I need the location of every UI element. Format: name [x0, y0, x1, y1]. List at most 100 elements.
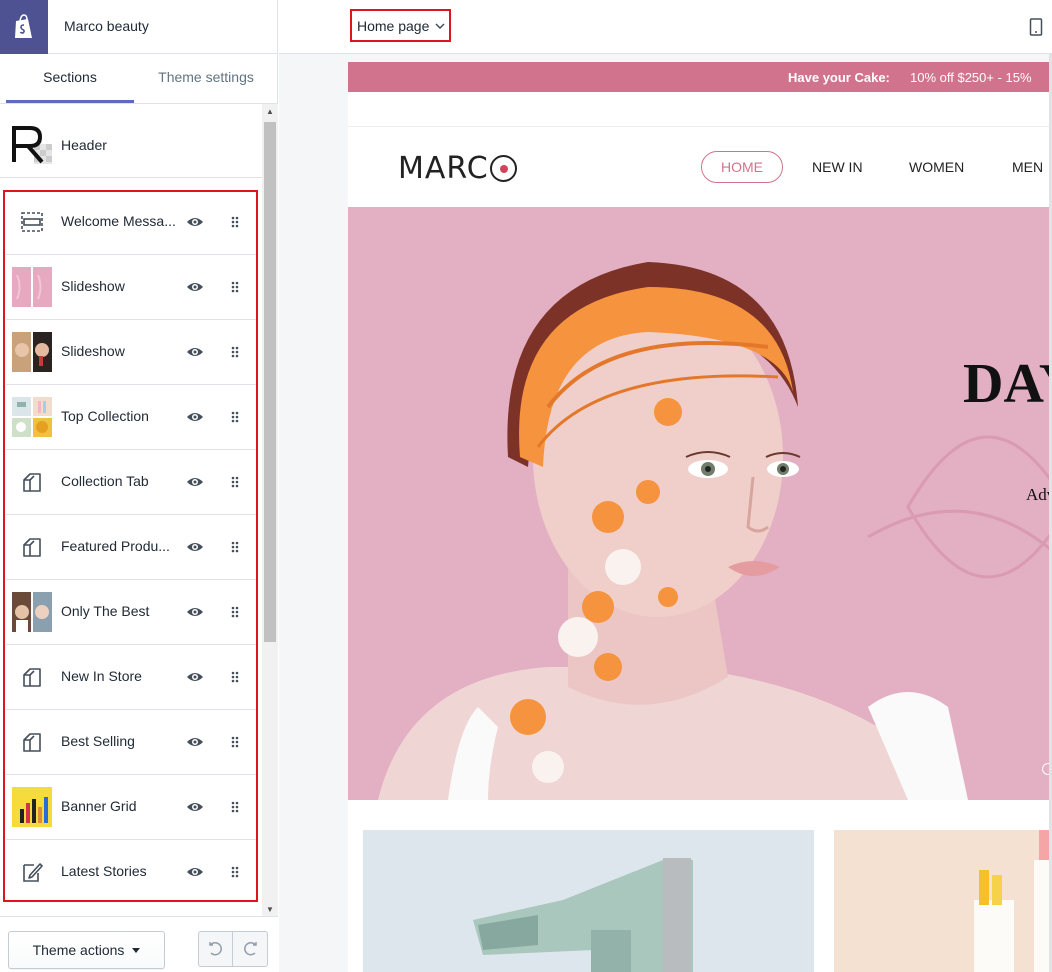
- mobile-preview-icon[interactable]: [1029, 18, 1043, 36]
- announcement-lead: Have your Cake:: [788, 70, 890, 85]
- drag-handle-icon[interactable]: [230, 279, 240, 295]
- editor-topbar: Home page: [279, 0, 1052, 54]
- visibility-eye-icon[interactable]: [186, 604, 204, 620]
- theme-actions-button[interactable]: Theme actions: [8, 931, 165, 969]
- section-item-featured-products[interactable]: Featured Produ...: [6, 515, 256, 580]
- caret-down-icon: [132, 947, 141, 953]
- drag-handle-icon[interactable]: [230, 539, 240, 555]
- nav-new-in[interactable]: NEW IN: [812, 159, 863, 175]
- redo-icon: [244, 941, 257, 956]
- top-utility-strip: [348, 92, 1052, 127]
- section-item-label: Slideshow: [61, 278, 125, 294]
- scrollbar-thumb[interactable]: [264, 122, 276, 642]
- device-product-image: [363, 830, 814, 972]
- scroll-down-arrow-icon[interactable]: ▼: [266, 906, 274, 914]
- theme-actions-label: Theme actions: [32, 942, 125, 958]
- slideshow-thumbnail: [12, 267, 52, 307]
- section-item-collection-tab[interactable]: Collection Tab: [6, 450, 256, 515]
- hero-slideshow[interactable]: DAY Adv: [348, 207, 1052, 800]
- hero-model-image: [348, 207, 1052, 800]
- logo-o-icon: [489, 155, 517, 182]
- active-tab-indicator: [6, 100, 134, 103]
- collection-icon: [12, 462, 52, 502]
- drag-handle-icon[interactable]: [230, 214, 240, 230]
- visibility-eye-icon[interactable]: [186, 734, 204, 750]
- section-item-label: Header: [61, 137, 107, 153]
- drag-handle-icon[interactable]: [230, 669, 240, 685]
- visibility-eye-icon[interactable]: [186, 669, 204, 685]
- section-item-label: Banner Grid: [61, 798, 137, 814]
- header-logo-thumbnail: [12, 124, 52, 164]
- undo-redo-group: [198, 931, 268, 967]
- product-tile-cosmetics[interactable]: [834, 830, 1052, 972]
- section-item-label: Only The Best: [61, 603, 150, 619]
- visibility-eye-icon[interactable]: [186, 214, 204, 230]
- visibility-eye-icon[interactable]: [186, 539, 204, 555]
- banner-thumbnail: [12, 787, 52, 827]
- store-name: Marco beauty: [64, 18, 149, 34]
- store-preview[interactable]: Have your Cake: 10% off $250+ - 15% MARC…: [348, 62, 1052, 972]
- scroll-up-arrow-icon[interactable]: ▲: [266, 108, 274, 116]
- announcement-offer: 10% off $250+ - 15%: [910, 70, 1032, 85]
- cosmetics-product-image: [834, 830, 1052, 972]
- visibility-eye-icon[interactable]: [186, 799, 204, 815]
- section-item-top-collection[interactable]: Top Collection: [6, 385, 256, 450]
- marco-logo[interactable]: MARC: [398, 151, 517, 186]
- collection-icon: [12, 722, 52, 762]
- visibility-eye-icon[interactable]: [186, 409, 204, 425]
- nav-women[interactable]: WOMEN: [909, 159, 964, 175]
- store-bar: Marco beauty: [0, 0, 278, 54]
- blog-icon: [12, 852, 52, 892]
- section-item-only-the-best[interactable]: Only The Best: [6, 580, 256, 645]
- tab-theme-settings[interactable]: Theme settings: [140, 54, 272, 104]
- visibility-eye-icon[interactable]: [186, 474, 204, 490]
- visibility-eye-icon[interactable]: [186, 279, 204, 295]
- drag-handle-icon[interactable]: [230, 734, 240, 750]
- page-select-dropdown[interactable]: Home page: [350, 9, 451, 42]
- sidebar-tabs: Sections Theme settings: [0, 54, 278, 104]
- announcement-bar-icon: [12, 202, 52, 242]
- section-item-banner-grid[interactable]: Banner Grid: [6, 775, 256, 840]
- section-list-scrollbar[interactable]: ▲ ▼: [262, 104, 278, 916]
- store-navigation: MARC HOME NEW IN WOMEN MEN: [348, 127, 1052, 207]
- section-item-latest-stories[interactable]: Latest Stories: [6, 840, 256, 905]
- page-select-label: Home page: [357, 17, 430, 34]
- redo-button[interactable]: [233, 932, 267, 966]
- section-item-best-selling[interactable]: Best Selling: [6, 710, 256, 775]
- nav-men[interactable]: MEN: [1012, 159, 1043, 175]
- portrait-thumbnail: [12, 332, 52, 372]
- section-item-slideshow-2[interactable]: Slideshow: [6, 320, 256, 385]
- drag-handle-icon[interactable]: [230, 344, 240, 360]
- shopify-logo-icon[interactable]: [0, 0, 48, 54]
- section-item-label: Latest Stories: [61, 863, 147, 879]
- collection-icon: [12, 527, 52, 567]
- sidebar-footer: Theme actions: [0, 916, 278, 972]
- hero-title: DAY: [963, 353, 1052, 415]
- section-item-header[interactable]: Header: [0, 114, 262, 178]
- undo-button[interactable]: [199, 932, 234, 966]
- drag-handle-icon[interactable]: [230, 409, 240, 425]
- visibility-eye-icon[interactable]: [186, 864, 204, 880]
- undo-icon: [208, 941, 222, 956]
- drag-handle-icon[interactable]: [230, 864, 240, 880]
- theme-editor-sidebar: Marco beauty Sections Theme settings Hea…: [0, 0, 278, 972]
- chevron-down-icon: [435, 22, 445, 29]
- section-item-new-in-store[interactable]: New In Store: [6, 645, 256, 710]
- drag-handle-icon[interactable]: [230, 799, 240, 815]
- collection-thumbnail: [12, 397, 52, 437]
- collection-icon: [12, 657, 52, 697]
- section-item-label: New In Store: [61, 668, 142, 684]
- drag-handle-icon[interactable]: [230, 604, 240, 620]
- section-item-label: Collection Tab: [61, 473, 149, 489]
- product-tile-device[interactable]: [363, 830, 814, 972]
- visibility-eye-icon[interactable]: [186, 344, 204, 360]
- section-list: Header Welcome Messa... Slideshow Slides…: [0, 104, 262, 916]
- section-item-welcome-message[interactable]: Welcome Messa...: [6, 190, 256, 255]
- section-item-slideshow[interactable]: Slideshow: [6, 255, 256, 320]
- drag-handle-icon[interactable]: [230, 474, 240, 490]
- nav-home[interactable]: HOME: [701, 151, 783, 183]
- tab-sections[interactable]: Sections: [6, 54, 134, 104]
- announcement-bar[interactable]: Have your Cake: 10% off $250+ - 15%: [348, 62, 1052, 92]
- section-item-label: Slideshow: [61, 343, 125, 359]
- section-item-label: Top Collection: [61, 408, 149, 424]
